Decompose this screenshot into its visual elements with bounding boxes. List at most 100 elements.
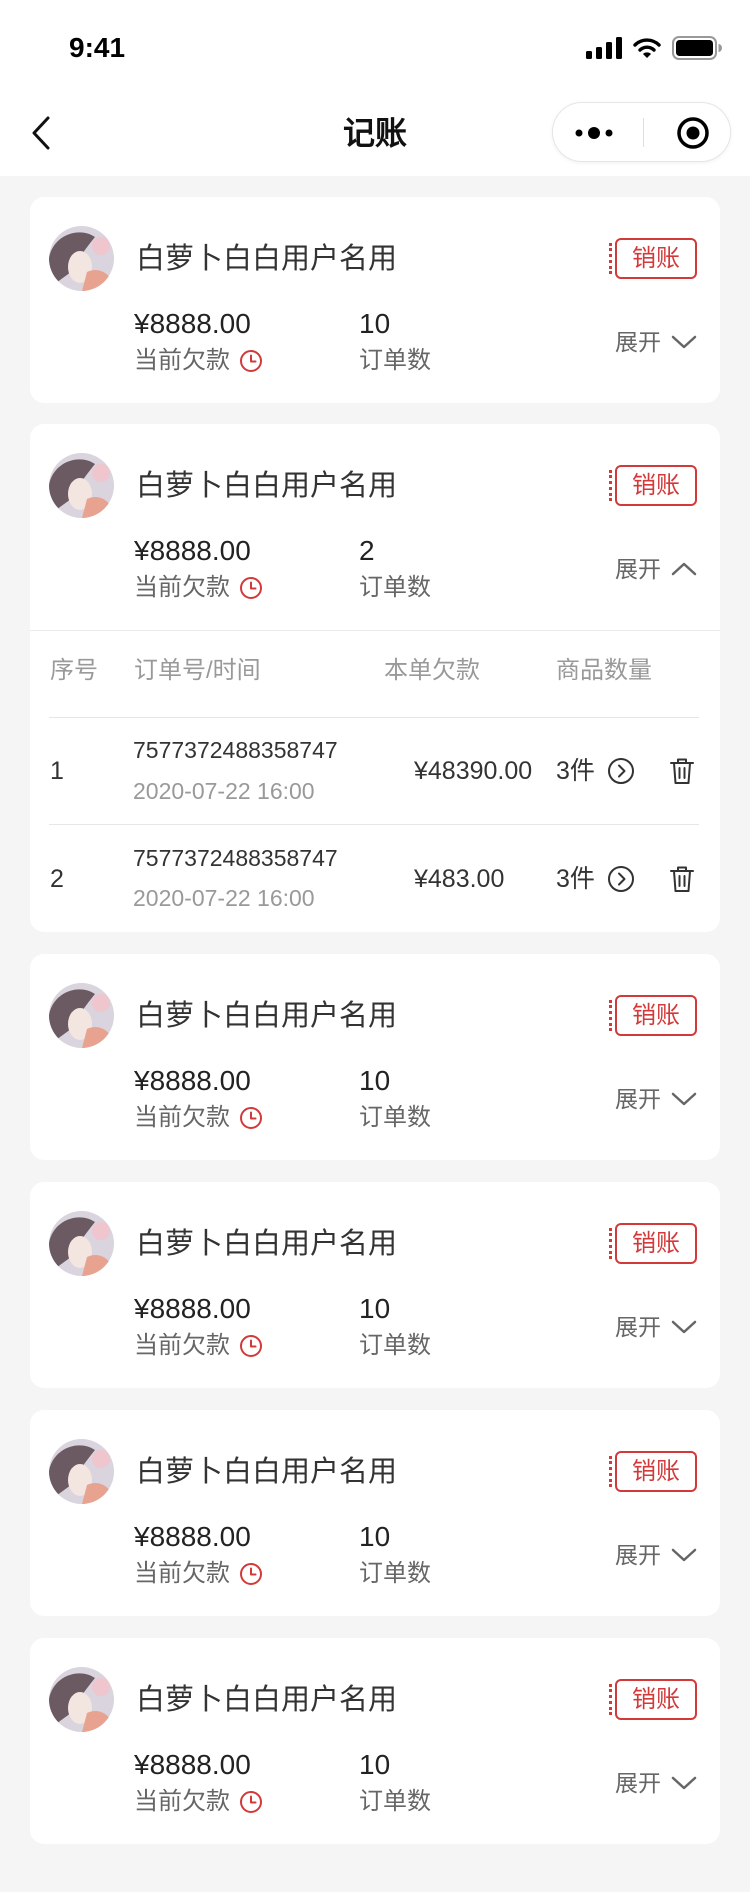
expand-toggle[interactable]: 展开: [615, 1540, 697, 1570]
page-title: 记账: [342, 115, 407, 151]
expand-toggle[interactable]: 展开: [615, 327, 697, 357]
expand-toggle-label: 展开: [615, 556, 661, 582]
account-card: 白萝卜白白用户名用 销账 ¥8888.00 当前欠款 10 订单数 展开: [30, 1638, 720, 1844]
expand-toggle-label: 展开: [615, 1770, 661, 1796]
avatar: [49, 226, 114, 291]
clock-icon[interactable]: [239, 1106, 263, 1130]
header: 9:41 记账: [0, 0, 750, 176]
order-number: 7577372488358747: [133, 737, 338, 763]
customer-name: 白萝卜白白用户名用: [136, 1456, 398, 1488]
debt-label-group: 当前欠款: [134, 1559, 263, 1589]
debt-label: 当前欠款: [134, 1788, 230, 1815]
table-header-amount: 本单欠款: [384, 657, 480, 684]
clock-icon[interactable]: [239, 1790, 263, 1814]
expand-toggle-label: 展开: [615, 1314, 661, 1340]
target-circle-icon: [677, 117, 709, 149]
write-off-button[interactable]: 销账: [609, 238, 697, 279]
account-card: 白萝卜白白用户名用 销账 ¥8888.00 当前欠款 10 订单数 展开: [30, 1182, 720, 1388]
write-off-button[interactable]: 销账: [609, 1451, 697, 1492]
row-divider: [49, 717, 699, 718]
order-count-label: 订单数: [359, 574, 431, 601]
chevron-left-icon: [32, 116, 50, 150]
account-card: 白萝卜白白用户名用 销账 ¥8888.00 当前欠款 10 订单数 展开: [30, 197, 720, 403]
debt-amount: ¥8888.00: [134, 1521, 251, 1552]
expand-toggle-label: 展开: [615, 1086, 661, 1112]
wifi-icon: [633, 38, 661, 58]
chevron-down-icon: [671, 1319, 697, 1335]
order-count: 10: [359, 1749, 391, 1780]
order-number: 7577372488358747: [133, 845, 338, 871]
capsule-divider: [643, 118, 644, 147]
debt-label: 当前欠款: [134, 574, 230, 601]
write-off-button[interactable]: 销账: [609, 465, 697, 506]
chevron-right-circle-icon[interactable]: [607, 865, 635, 893]
clock-icon[interactable]: [239, 1562, 263, 1586]
order-debt-amount: ¥48390.00: [414, 757, 533, 785]
status-time: 9:41: [69, 32, 126, 63]
account-card-expanded: 白萝卜白白用户名用 销账 ¥8888.00 当前欠款 2 订单数 展开 序号 订…: [30, 424, 720, 932]
table-header-index: 序号: [50, 657, 98, 684]
back-button[interactable]: [24, 110, 58, 156]
debt-label: 当前欠款: [134, 347, 230, 374]
expand-toggle-label: 展开: [615, 1542, 661, 1568]
order-quantity: 3件: [556, 865, 595, 893]
trash-icon[interactable]: [669, 757, 695, 785]
customer-name: 白萝卜白白用户名用: [136, 1684, 398, 1716]
order-count: 10: [359, 1293, 391, 1324]
avatar: [49, 1211, 114, 1276]
avatar: [49, 983, 114, 1048]
expand-toggle[interactable]: 展开: [615, 1312, 697, 1342]
more-menu-button[interactable]: [567, 113, 621, 153]
battery-icon: [672, 36, 722, 60]
avatar: [49, 1439, 114, 1504]
collapse-toggle[interactable]: 展开: [615, 554, 697, 584]
customer-name: 白萝卜白白用户名用: [136, 1228, 398, 1260]
debt-amount: ¥8888.00: [134, 535, 251, 566]
more-dots-icon: [575, 127, 613, 139]
chevron-down-icon: [671, 334, 697, 350]
chevron-down-icon: [671, 1547, 697, 1563]
write-off-button[interactable]: 销账: [609, 995, 697, 1036]
signal-icon: [586, 37, 622, 59]
order-count-label: 订单数: [359, 1788, 431, 1815]
chevron-down-icon: [671, 1775, 697, 1791]
account-card: 白萝卜白白用户名用 销账 ¥8888.00 当前欠款 10 订单数 展开: [30, 954, 720, 1160]
debt-label: 当前欠款: [134, 1104, 230, 1131]
clock-icon[interactable]: [239, 349, 263, 373]
order-count: 2: [359, 535, 375, 566]
clock-icon[interactable]: [239, 1334, 263, 1358]
chevron-down-icon: [671, 1091, 697, 1107]
row-index: 1: [50, 757, 64, 785]
order-count-label: 订单数: [359, 1332, 431, 1359]
expand-toggle-label: 展开: [615, 329, 661, 355]
expand-toggle[interactable]: 展开: [615, 1084, 697, 1114]
close-mini-program-button[interactable]: [669, 111, 717, 155]
order-time: 2020-07-22 16:00: [133, 778, 315, 804]
debt-label-group: 当前欠款: [134, 346, 263, 376]
account-card: 白萝卜白白用户名用 销账 ¥8888.00 当前欠款 10 订单数 展开: [30, 1410, 720, 1616]
table-header-quantity: 商品数量: [556, 657, 652, 684]
order-count-label: 订单数: [359, 347, 431, 374]
order-count: 10: [359, 308, 391, 339]
debt-amount: ¥8888.00: [134, 1065, 251, 1096]
table-header-order: 订单号/时间: [134, 657, 261, 684]
debt-label-group: 当前欠款: [134, 1787, 263, 1817]
avatar: [49, 453, 114, 518]
expand-toggle[interactable]: 展开: [615, 1768, 697, 1798]
customer-name: 白萝卜白白用户名用: [136, 243, 398, 275]
customer-name: 白萝卜白白用户名用: [136, 470, 398, 502]
debt-label-group: 当前欠款: [134, 1103, 263, 1133]
debt-label: 当前欠款: [134, 1560, 230, 1587]
clock-icon[interactable]: [239, 576, 263, 600]
order-count-label: 订单数: [359, 1560, 431, 1587]
chevron-right-circle-icon[interactable]: [607, 757, 635, 785]
write-off-button[interactable]: 销账: [609, 1223, 697, 1264]
order-count: 10: [359, 1065, 391, 1096]
avatar: [49, 1667, 114, 1732]
write-off-button[interactable]: 销账: [609, 1679, 697, 1720]
order-count: 10: [359, 1521, 391, 1552]
order-count-label: 订单数: [359, 1104, 431, 1131]
mini-program-capsule: [552, 102, 731, 162]
trash-icon[interactable]: [669, 865, 695, 893]
order-quantity: 3件: [556, 757, 595, 785]
